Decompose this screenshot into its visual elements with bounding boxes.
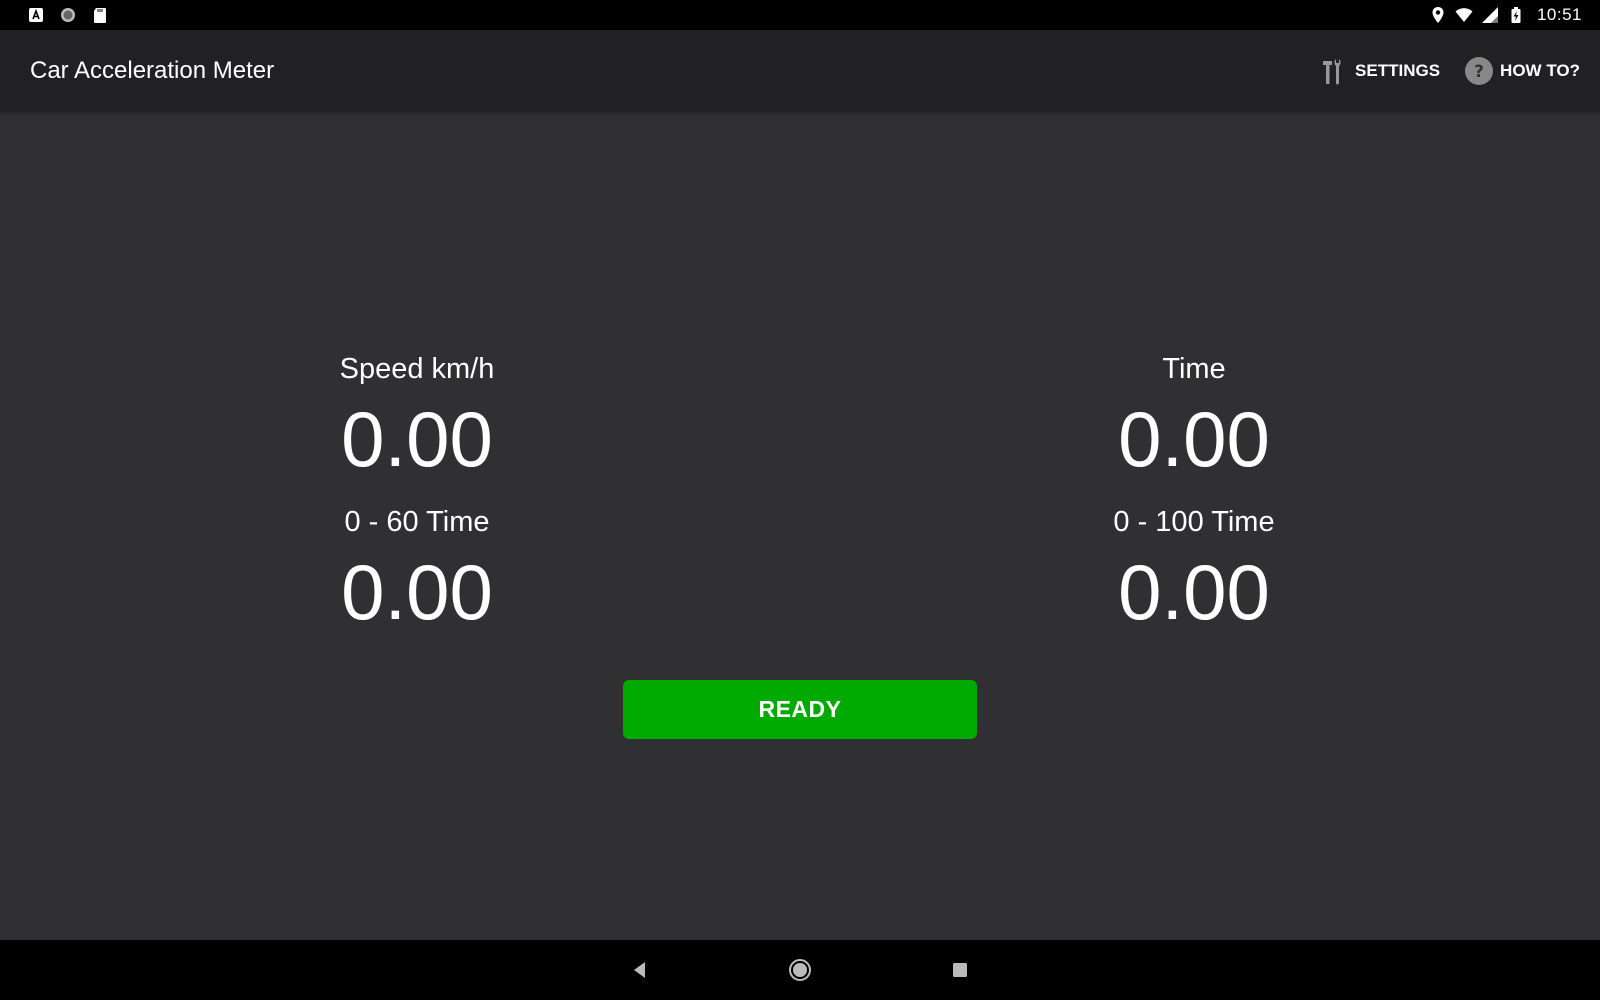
speed-label: Speed km/h xyxy=(339,353,495,385)
settings-button[interactable]: SETTINGS xyxy=(1319,56,1440,86)
time-meter: Time 0.00 xyxy=(984,349,1404,489)
app-title: Car Acceleration Meter xyxy=(30,57,275,84)
recents-icon[interactable] xyxy=(948,958,972,982)
sd-card-icon xyxy=(91,6,109,24)
signal-icon xyxy=(1481,6,1499,24)
navigation-bar xyxy=(0,940,1600,1000)
circle-notification-icon xyxy=(59,6,77,24)
zero-100-value: 0.00 xyxy=(1118,548,1270,636)
wifi-icon xyxy=(1455,6,1473,24)
zero-100-label: 0 - 100 Time xyxy=(1113,506,1275,538)
time-label: Time xyxy=(1162,353,1226,385)
battery-charging-icon xyxy=(1507,6,1525,24)
time-value: 0.00 xyxy=(1118,395,1270,483)
how-to-label: HOW TO? xyxy=(1500,60,1580,80)
location-icon xyxy=(1429,6,1447,24)
settings-label: SETTINGS xyxy=(1355,60,1441,80)
ready-button[interactable]: READY xyxy=(623,680,977,739)
status-notifications xyxy=(27,6,109,24)
zero-60-label: 0 - 60 Time xyxy=(344,506,490,538)
zero-100-meter: 0 - 100 Time 0.00 xyxy=(984,502,1404,642)
app-bar: Car Acceleration Meter SETTINGS ? HOW TO… xyxy=(0,30,1600,111)
a-badge-icon xyxy=(27,6,45,24)
how-to-button[interactable]: ? HOW TO? xyxy=(1464,56,1580,86)
status-indicators: 10:51 xyxy=(1429,5,1582,25)
app-screen: 10:51 Car Acceleration Meter SETTINGS ? … xyxy=(0,0,1600,1000)
back-icon[interactable] xyxy=(628,958,652,982)
speed-value: 0.00 xyxy=(341,395,493,483)
zero-60-value: 0.00 xyxy=(341,548,493,636)
app-actions: SETTINGS ? HOW TO? xyxy=(1319,30,1580,111)
status-time: 10:51 xyxy=(1536,5,1582,24)
speed-meter: Speed km/h 0.00 xyxy=(207,349,627,489)
status-bar: 10:51 xyxy=(0,0,1600,30)
zero-60-meter: 0 - 60 Time 0.00 xyxy=(207,502,627,642)
home-icon[interactable] xyxy=(788,958,812,982)
svg-text:?: ? xyxy=(1474,62,1484,82)
wrench-icon xyxy=(1319,56,1349,86)
help-icon: ? xyxy=(1464,56,1494,86)
